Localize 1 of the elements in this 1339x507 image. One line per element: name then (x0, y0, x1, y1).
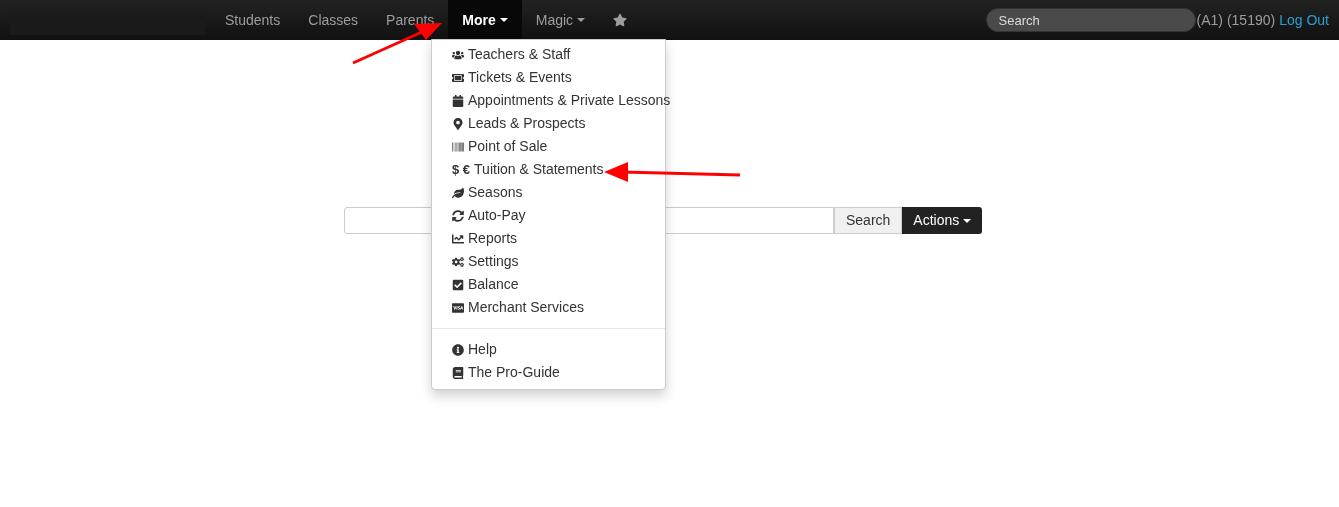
account-info: (A1) (15190) (1196, 10, 1276, 30)
